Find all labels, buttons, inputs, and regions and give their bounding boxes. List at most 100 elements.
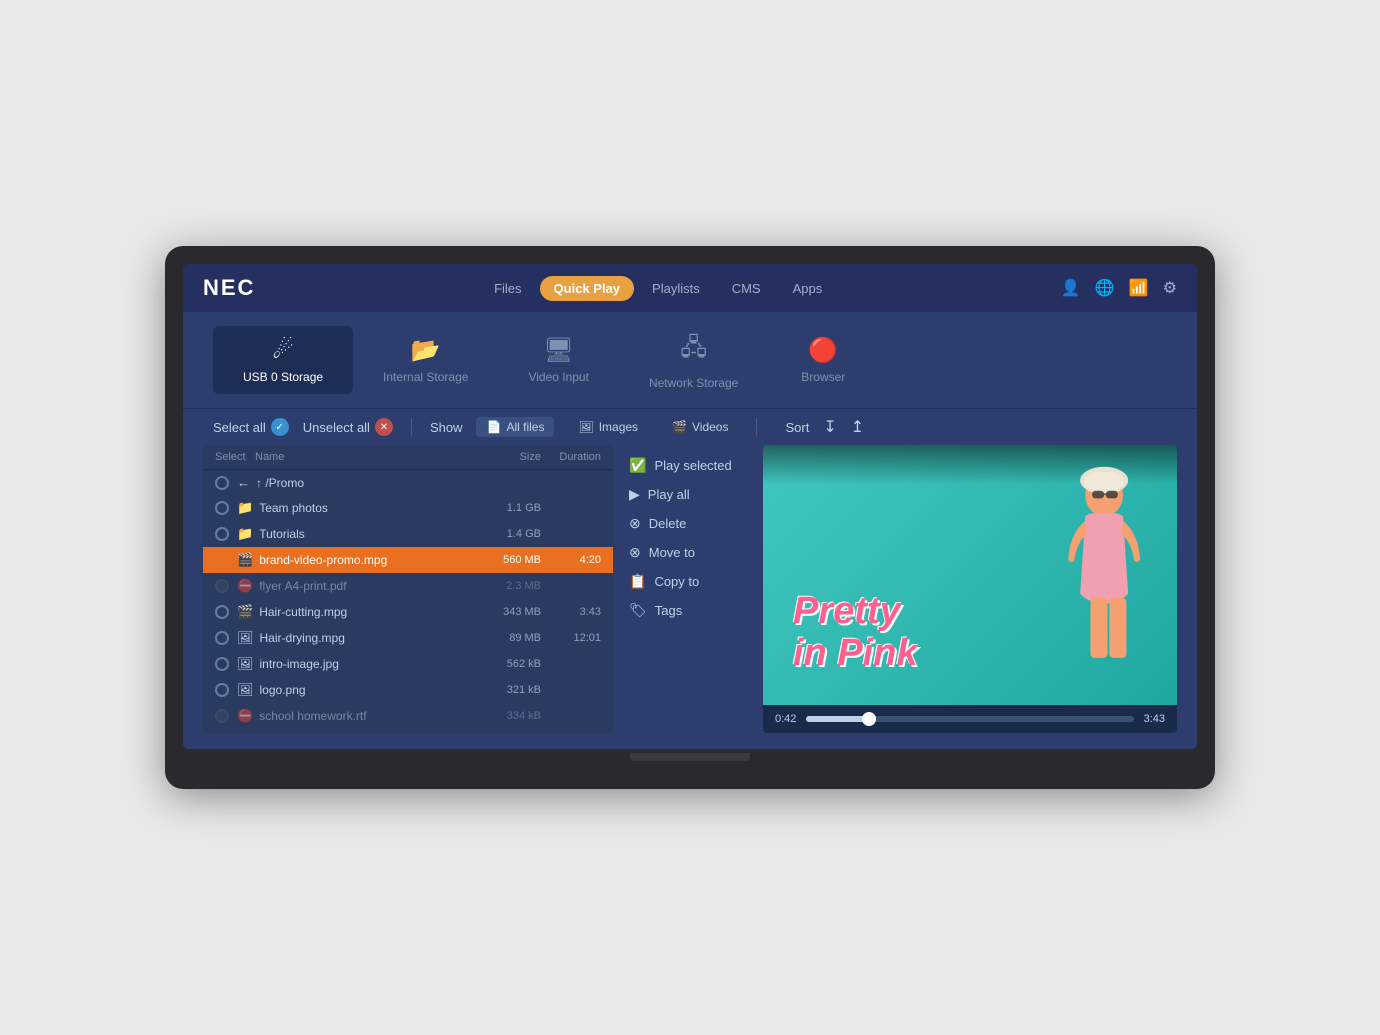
brand-video-size: 560 MB bbox=[461, 554, 541, 566]
time-current: 0:42 bbox=[775, 713, 796, 725]
tv-screen: NEC Files Quick Play Playlists CMS Apps … bbox=[183, 264, 1197, 749]
unselect-all-label: Unselect all bbox=[303, 420, 370, 435]
hair-cutting-dur: 3:43 bbox=[541, 606, 601, 618]
account-icon[interactable]: 👤 bbox=[1061, 278, 1081, 298]
logo-size: 321 kB bbox=[461, 684, 541, 696]
ctx-move-to[interactable]: ⊗ Move to bbox=[623, 542, 753, 563]
parent-icon: ← bbox=[237, 475, 250, 490]
stand-bar bbox=[630, 753, 750, 761]
radio-team-photos[interactable] bbox=[215, 501, 229, 515]
sort-desc-icon[interactable]: ↥ bbox=[851, 417, 864, 437]
video-controls: 0:42 3:43 bbox=[763, 705, 1177, 733]
progress-bar[interactable] bbox=[806, 716, 1133, 722]
hair-drying-name: Hair-drying.mpg bbox=[260, 631, 461, 645]
network-label: Network Storage bbox=[649, 376, 738, 390]
list-item-tutorials[interactable]: 📁 Tutorials 1.4 GB bbox=[203, 521, 613, 547]
ctx-delete[interactable]: ⊗ Delete bbox=[623, 513, 753, 534]
language-icon[interactable]: 🌐 bbox=[1095, 278, 1115, 298]
tutorials-size: 1.4 GB bbox=[461, 528, 541, 540]
team-photos-size: 1.1 GB bbox=[461, 502, 541, 514]
tv-outer: NEC Files Quick Play Playlists CMS Apps … bbox=[165, 246, 1215, 789]
sort-asc-icon[interactable]: ↧ bbox=[823, 417, 836, 437]
storage-video-input[interactable]: 🖥 Video Input bbox=[498, 326, 619, 394]
hair-drying-size: 89 MB bbox=[461, 632, 541, 644]
delete-label: Delete bbox=[649, 516, 687, 531]
filter-images-label: Images bbox=[599, 420, 638, 434]
logo-name: logo.png bbox=[260, 683, 461, 697]
usb-icon: ☄ bbox=[272, 336, 294, 365]
filter-videos-btn[interactable]: 🎬 Videos bbox=[662, 417, 738, 437]
radio-intro-image[interactable] bbox=[215, 657, 229, 671]
intro-image-name: intro-image.jpg bbox=[260, 657, 461, 671]
radio-hair-drying[interactable] bbox=[215, 631, 229, 645]
storage-usb[interactable]: ☄ USB 0 Storage bbox=[213, 326, 353, 394]
progress-thumb[interactable] bbox=[862, 712, 876, 726]
storage-bar: ☄ USB 0 Storage 📂 Internal Storage 🖥 Vid… bbox=[183, 312, 1197, 408]
filter-images-btn[interactable]: 🖼 Images bbox=[568, 417, 648, 437]
select-all-btn[interactable]: Select all ✓ bbox=[213, 418, 289, 436]
team-photos-name: Team photos bbox=[259, 501, 461, 515]
wifi-icon[interactable]: 📶 bbox=[1129, 278, 1149, 298]
copy-to-label: Copy to bbox=[654, 574, 699, 589]
file-list-container: Select Name Size Duration ← ↑ /Promo 📁 bbox=[203, 445, 613, 733]
nav-cms[interactable]: CMS bbox=[718, 276, 775, 301]
show-label: Show bbox=[430, 420, 463, 435]
header: NEC Files Quick Play Playlists CMS Apps … bbox=[183, 264, 1197, 312]
list-item-team-photos[interactable]: 📁 Team photos 1.1 GB bbox=[203, 495, 613, 521]
play-all-icon: ▶ bbox=[629, 486, 640, 503]
tags-icon: 🏷 bbox=[629, 602, 647, 619]
col-header-duration: Duration bbox=[541, 451, 601, 463]
radio-logo[interactable] bbox=[215, 683, 229, 697]
blocked-icon-flyer: ⛔ bbox=[237, 578, 253, 594]
list-item-hair-cutting[interactable]: 🎬 Hair-cutting.mpg 343 MB 3:43 bbox=[203, 599, 613, 625]
ctx-play-selected[interactable]: ✅ Play selected bbox=[623, 455, 753, 476]
radio-school[interactable] bbox=[215, 709, 229, 723]
radio-flyer[interactable] bbox=[215, 579, 229, 593]
nav-apps[interactable]: Apps bbox=[779, 276, 837, 301]
storage-browser[interactable]: 🔴 Browser bbox=[768, 326, 878, 394]
blocked-icon-school: ⛔ bbox=[237, 708, 253, 724]
nav-items: Files Quick Play Playlists CMS Apps bbox=[480, 276, 836, 301]
radio-parent[interactable] bbox=[215, 476, 229, 490]
settings-icon[interactable]: ⚙ bbox=[1163, 278, 1177, 298]
brand-video-name: brand-video-promo.mpg bbox=[259, 553, 461, 567]
list-item-intro-image[interactable]: 🖼 intro-image.jpg 562 kB bbox=[203, 651, 613, 677]
storage-network[interactable]: 🖧 Network Storage bbox=[619, 320, 768, 400]
video-preview: Pretty in Pink bbox=[763, 445, 1177, 705]
internal-icon: 📂 bbox=[411, 336, 441, 365]
storage-internal[interactable]: 📂 Internal Storage bbox=[353, 326, 498, 394]
delete-icon: ⊗ bbox=[629, 515, 641, 532]
progress-fill bbox=[806, 716, 868, 722]
browser-icon: 🔴 bbox=[808, 336, 838, 365]
folder-icon-team: 📁 bbox=[237, 500, 253, 516]
header-icons: 👤 🌐 📶 ⚙ bbox=[1061, 278, 1177, 298]
filter-videos-label: Videos bbox=[692, 420, 728, 434]
unselect-all-btn[interactable]: Unselect all ✕ bbox=[303, 418, 393, 436]
school-name: school homework.rtf bbox=[259, 709, 461, 723]
main-content: Select Name Size Duration ← ↑ /Promo 📁 bbox=[183, 445, 1197, 749]
list-item-parent[interactable]: ← ↑ /Promo bbox=[203, 470, 613, 495]
radio-tutorials[interactable] bbox=[215, 527, 229, 541]
ctx-copy-to[interactable]: 📋 Copy to bbox=[623, 571, 753, 592]
radio-hair-cutting[interactable] bbox=[215, 605, 229, 619]
radio-brand-video[interactable] bbox=[215, 553, 229, 567]
nav-playlists[interactable]: Playlists bbox=[638, 276, 714, 301]
hair-cutting-name: Hair-cutting.mpg bbox=[259, 605, 461, 619]
list-item-hair-drying[interactable]: 🖼 Hair-drying.mpg 89 MB 12:01 bbox=[203, 625, 613, 651]
list-item-school[interactable]: ⛔ school homework.rtf 334 kB bbox=[203, 703, 613, 729]
nav-files[interactable]: Files bbox=[480, 276, 535, 301]
toolbar: Select all ✓ Unselect all ✕ Show 📄 All f… bbox=[183, 408, 1197, 445]
sort-label: Sort bbox=[785, 420, 809, 435]
flyer-size: 2.3 MB bbox=[461, 580, 541, 592]
image-icon: 🖼 bbox=[578, 420, 593, 434]
ctx-play-all[interactable]: ▶ Play all bbox=[623, 484, 753, 505]
list-item-flyer[interactable]: ⛔ flyer A4-print.pdf 2.3 MB bbox=[203, 573, 613, 599]
select-all-label: Select all bbox=[213, 420, 266, 435]
filter-all-btn[interactable]: 📄 All files bbox=[476, 417, 554, 437]
tv-stand bbox=[183, 753, 1197, 761]
nav-quickplay[interactable]: Quick Play bbox=[540, 276, 634, 301]
list-item-logo[interactable]: 🖼 logo.png 321 kB bbox=[203, 677, 613, 703]
list-item-brand-video[interactable]: 🎬 brand-video-promo.mpg 560 MB 4:20 bbox=[203, 547, 613, 573]
ctx-tags[interactable]: 🏷 Tags bbox=[623, 600, 753, 621]
video-icon-brand: 🎬 bbox=[237, 552, 253, 568]
